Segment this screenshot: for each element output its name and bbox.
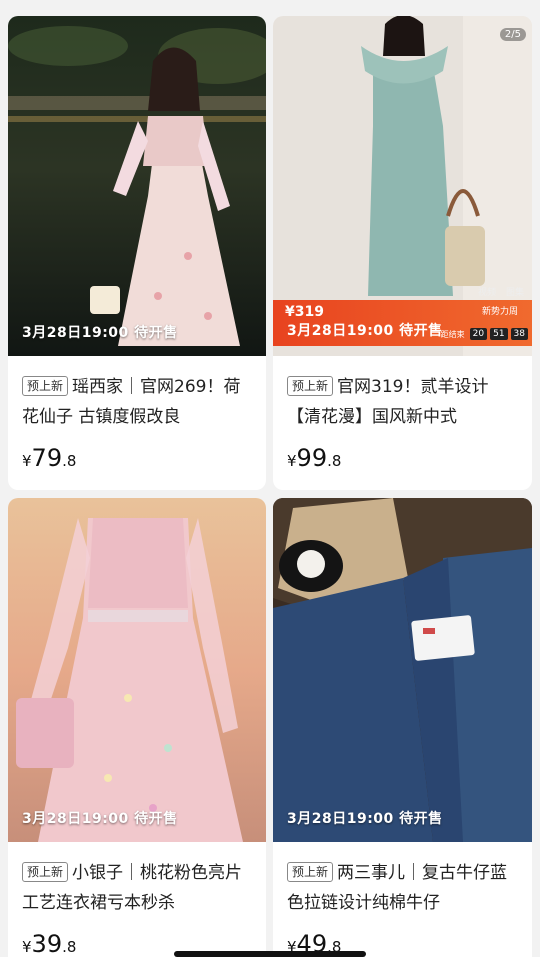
image-counter: 2/5 xyxy=(499,28,526,41)
promo-banner: ¥319 新势力周 3月28日19:00 待开售 距结束 20 51 38 xyxy=(273,300,532,346)
product-title[interactable]: 预上新 官网319！贰羊设计【清花漫】国风新中式 xyxy=(287,372,518,432)
pre-launch-badge: 预上新 xyxy=(287,862,334,882)
price-integer: 79 xyxy=(31,444,63,472)
product-grid: 3月28日19:00 待开售 预上新 瑶西家｜官网269！荷花仙子 古镇度假改良 … xyxy=(8,16,532,957)
product-photo-jeans xyxy=(273,498,532,842)
home-indicator[interactable] xyxy=(174,951,366,957)
price-integer: 39 xyxy=(31,930,63,957)
product-card[interactable]: 3月28日19:00 待开售 预上新 两三事儿｜复古牛仔蓝色拉链设计纯棉牛仔 ¥4… xyxy=(273,498,532,957)
price-decimal: .8 xyxy=(62,938,77,956)
currency-symbol: ¥ xyxy=(22,938,32,956)
price-integer: 99 xyxy=(296,444,328,472)
product-image[interactable]: 3月28日19:00 待开售 xyxy=(8,16,266,356)
media-labels: 视频 图集 xyxy=(478,285,524,298)
countdown-minutes: 51 xyxy=(490,328,508,340)
countdown-label: 距结束 xyxy=(440,329,465,339)
product-photo-peach-dress xyxy=(8,498,266,842)
product-price: ¥99.8 xyxy=(287,444,518,472)
currency-symbol: ¥ xyxy=(22,452,32,470)
product-title[interactable]: 预上新 小银子｜桃花粉色亮片工艺连衣裙亏本秒杀 xyxy=(22,858,252,918)
sale-time-label: 3月28日19:00 待开售 xyxy=(287,323,443,339)
currency-symbol: ¥ xyxy=(287,452,297,470)
pre-launch-badge: 预上新 xyxy=(22,862,69,882)
promo-countdown: 距结束 20 51 38 xyxy=(441,328,528,340)
countdown-seconds: 38 xyxy=(510,328,528,340)
product-price: ¥79.8 xyxy=(22,444,252,472)
product-title[interactable]: 预上新 两三事儿｜复古牛仔蓝色拉链设计纯棉牛仔 xyxy=(287,858,518,918)
countdown-hours: 20 xyxy=(469,328,488,340)
product-image[interactable]: 3月28日19:00 待开售 xyxy=(8,498,266,842)
promo-price: ¥319 xyxy=(285,304,324,320)
product-title[interactable]: 预上新 瑶西家｜官网269！荷花仙子 古镇度假改良 xyxy=(22,372,252,432)
pre-launch-badge: 预上新 xyxy=(287,376,334,396)
product-card[interactable]: 3月28日19:00 待开售 预上新 小银子｜桃花粉色亮片工艺连衣裙亏本秒杀 ¥3… xyxy=(8,498,266,957)
sale-time-label: 3月28日19:00 待开售 xyxy=(287,811,443,827)
product-image[interactable]: 3月28日19:00 待开售 xyxy=(273,498,532,842)
price-decimal: .8 xyxy=(327,452,342,470)
sale-time-label: 3月28日19:00 待开售 xyxy=(22,811,178,827)
price-decimal: .8 xyxy=(62,452,77,470)
pre-launch-badge: 预上新 xyxy=(22,376,69,396)
product-image[interactable]: 2/5 视频 图集 ¥319 新势力周 3月28日19:00 待开售 距结束 2… xyxy=(273,16,532,356)
product-card[interactable]: 3月28日19:00 待开售 预上新 瑶西家｜官网269！荷花仙子 古镇度假改良 … xyxy=(8,16,266,490)
product-card[interactable]: 2/5 视频 图集 ¥319 新势力周 3月28日19:00 待开售 距结束 2… xyxy=(273,16,532,490)
sale-time-label: 3月28日19:00 待开售 xyxy=(22,325,178,341)
gallery-label[interactable]: 图集 xyxy=(506,285,524,298)
product-photo-pink-dress xyxy=(8,16,266,356)
video-label[interactable]: 视频 xyxy=(478,285,496,298)
promo-tag: 新势力周 xyxy=(481,307,518,317)
